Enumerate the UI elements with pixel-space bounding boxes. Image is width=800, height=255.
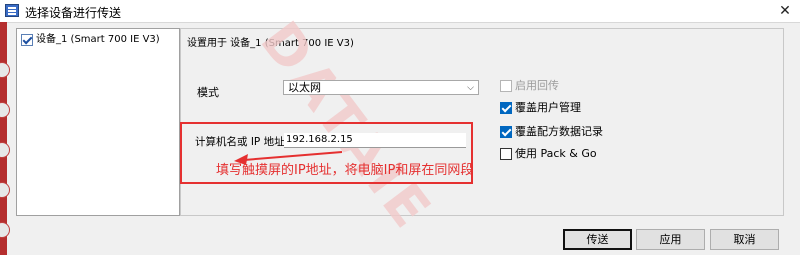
pack-and-go-checkbox[interactable] xyxy=(500,148,512,160)
title-bar: 选择设备进行传送 ✕ xyxy=(0,0,800,23)
binder-hole xyxy=(0,102,10,118)
window-title: 选择设备进行传送 xyxy=(25,6,122,20)
chevron-down-icon: ⌵ xyxy=(467,83,474,93)
ip-address-input[interactable]: 192.168.2.15 xyxy=(284,133,466,148)
mode-select[interactable]: 以太网 ⌵ xyxy=(283,80,479,95)
close-button[interactable]: ✕ xyxy=(770,0,800,22)
mode-select-value: 以太网 xyxy=(288,81,321,94)
binder-hole xyxy=(0,62,10,78)
cancel-button[interactable]: 取消 xyxy=(710,229,779,250)
mode-label: 模式 xyxy=(197,86,219,99)
app-icon xyxy=(5,4,19,17)
device-label: 设备_1 (Smart 700 IE V3) xyxy=(36,34,160,45)
option-enable-backtransfer[interactable]: 启用回传 xyxy=(500,79,559,93)
binder-hole xyxy=(0,142,10,158)
apply-button[interactable]: 应用 xyxy=(636,229,705,250)
option-label: 覆盖配方数据记录 xyxy=(515,125,603,138)
enable-backtransfer-checkbox[interactable] xyxy=(500,80,512,92)
settings-title: 设置用于 设备_1 (Smart 700 IE V3) xyxy=(187,38,354,49)
option-pack-and-go[interactable]: 使用 Pack & Go xyxy=(500,147,597,161)
transfer-button[interactable]: 传送 xyxy=(563,229,632,250)
device-list-item[interactable]: 设备_1 (Smart 700 IE V3) xyxy=(21,33,160,47)
ip-address-label: 计算机名或 IP 地址 xyxy=(195,136,285,148)
option-label: 启用回传 xyxy=(515,79,559,92)
device-list: 设备_1 (Smart 700 IE V3) xyxy=(16,28,180,216)
overwrite-user-management-checkbox[interactable] xyxy=(500,102,512,114)
option-label: 使用 Pack & Go xyxy=(515,147,597,160)
overwrite-recipe-data-checkbox[interactable] xyxy=(500,126,512,138)
annotation-text: 填写触摸屏的IP地址，将电脑IP和屏在同网段 xyxy=(216,163,474,178)
option-overwrite-recipe-data[interactable]: 覆盖配方数据记录 xyxy=(500,125,603,139)
background-window-edge xyxy=(0,22,10,255)
option-label: 覆盖用户管理 xyxy=(515,101,581,114)
binder-hole xyxy=(0,222,10,238)
binder-hole xyxy=(0,182,10,198)
device-checkbox[interactable] xyxy=(21,34,33,46)
option-overwrite-user-management[interactable]: 覆盖用户管理 xyxy=(500,101,581,115)
